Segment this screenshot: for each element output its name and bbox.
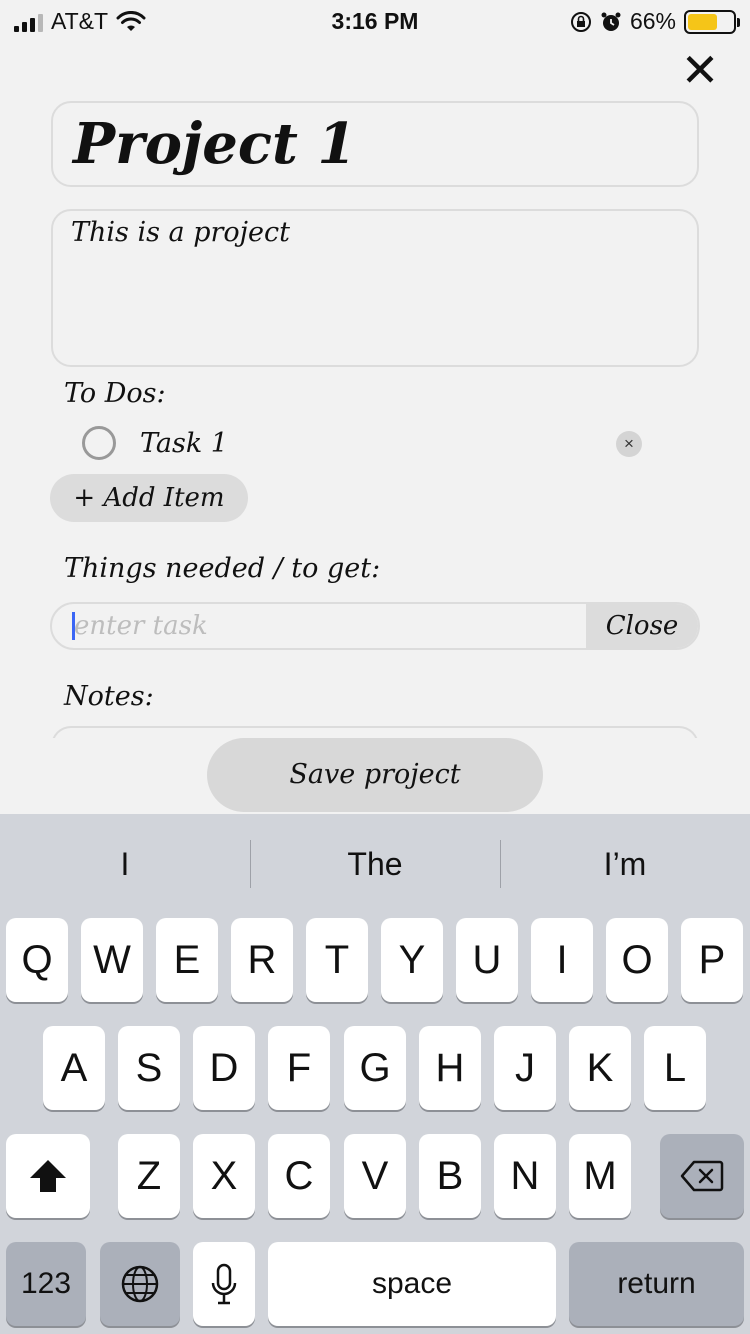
key-q[interactable]: Q (6, 918, 68, 1002)
status-right-group: 66% (570, 8, 740, 35)
key-t[interactable]: T (306, 918, 368, 1002)
key-r[interactable]: R (231, 918, 293, 1002)
text-cursor (72, 612, 75, 640)
todos-label: To Dos: (64, 378, 166, 409)
suggestion-item[interactable]: I (0, 814, 250, 912)
project-description-field[interactable]: This is a project (51, 209, 699, 367)
key-g[interactable]: G (344, 1026, 406, 1110)
key-c[interactable]: C (268, 1134, 330, 1218)
key-b[interactable]: B (419, 1134, 481, 1218)
task-close-button[interactable]: Close (586, 604, 698, 648)
microphone-key[interactable] (193, 1242, 255, 1326)
key-p[interactable]: P (681, 918, 743, 1002)
battery-charging-icon (684, 9, 740, 34)
key-j[interactable]: J (494, 1026, 556, 1110)
project-title-field[interactable]: Project 1 (51, 101, 699, 187)
key-z[interactable]: Z (118, 1134, 180, 1218)
numbers-key[interactable]: 123 (6, 1242, 86, 1326)
key-i[interactable]: I (531, 918, 593, 1002)
key-s[interactable]: S (118, 1026, 180, 1110)
keyboard: I The I’m Q W E R T Y U I O P A S D F G … (0, 814, 750, 1334)
key-f[interactable]: F (268, 1026, 330, 1110)
backspace-icon (680, 1160, 724, 1192)
key-v[interactable]: V (344, 1134, 406, 1218)
task-input[interactable] (52, 604, 588, 648)
alarm-icon (601, 12, 621, 31)
battery-level-fill (688, 13, 718, 30)
key-x[interactable]: X (193, 1134, 255, 1218)
suggestion-item[interactable]: I’m (500, 814, 750, 912)
key-l[interactable]: L (644, 1026, 706, 1110)
things-needed-label: Things needed / to get: (64, 553, 381, 584)
key-e[interactable]: E (156, 918, 218, 1002)
return-key[interactable]: return (569, 1242, 744, 1326)
space-key[interactable]: space (268, 1242, 556, 1326)
globe-key[interactable] (100, 1242, 180, 1326)
suggestion-bar: I The I’m (0, 814, 750, 912)
todo-text[interactable]: Task 1 (140, 428, 228, 459)
key-n[interactable]: N (494, 1134, 556, 1218)
key-w[interactable]: W (81, 918, 143, 1002)
notes-label: Notes: (64, 681, 154, 712)
add-item-button[interactable]: + Add Item (50, 474, 248, 522)
microphone-icon (211, 1263, 237, 1305)
todo-checkbox[interactable] (82, 426, 116, 460)
todo-item: Task 1 × (82, 424, 642, 464)
backspace-key[interactable] (660, 1134, 744, 1218)
key-u[interactable]: U (456, 918, 518, 1002)
key-o[interactable]: O (606, 918, 668, 1002)
key-h[interactable]: H (419, 1026, 481, 1110)
save-project-button[interactable]: Save project (207, 738, 543, 812)
key-d[interactable]: D (193, 1026, 255, 1110)
key-k[interactable]: K (569, 1026, 631, 1110)
orientation-lock-icon (570, 11, 591, 32)
suggestion-item[interactable]: The (250, 814, 500, 912)
globe-icon (121, 1265, 159, 1303)
key-y[interactable]: Y (381, 918, 443, 1002)
close-icon[interactable]: ✕ (676, 46, 724, 94)
battery-percent: 66% (629, 8, 676, 34)
status-bar: AT&T 3:16 PM 66% (0, 0, 750, 40)
remove-todo-icon[interactable]: × (616, 431, 642, 457)
key-m[interactable]: M (569, 1134, 631, 1218)
key-a[interactable]: A (43, 1026, 105, 1110)
task-input-group: Close (50, 602, 700, 650)
shift-icon (30, 1160, 66, 1192)
shift-key[interactable] (6, 1134, 90, 1218)
